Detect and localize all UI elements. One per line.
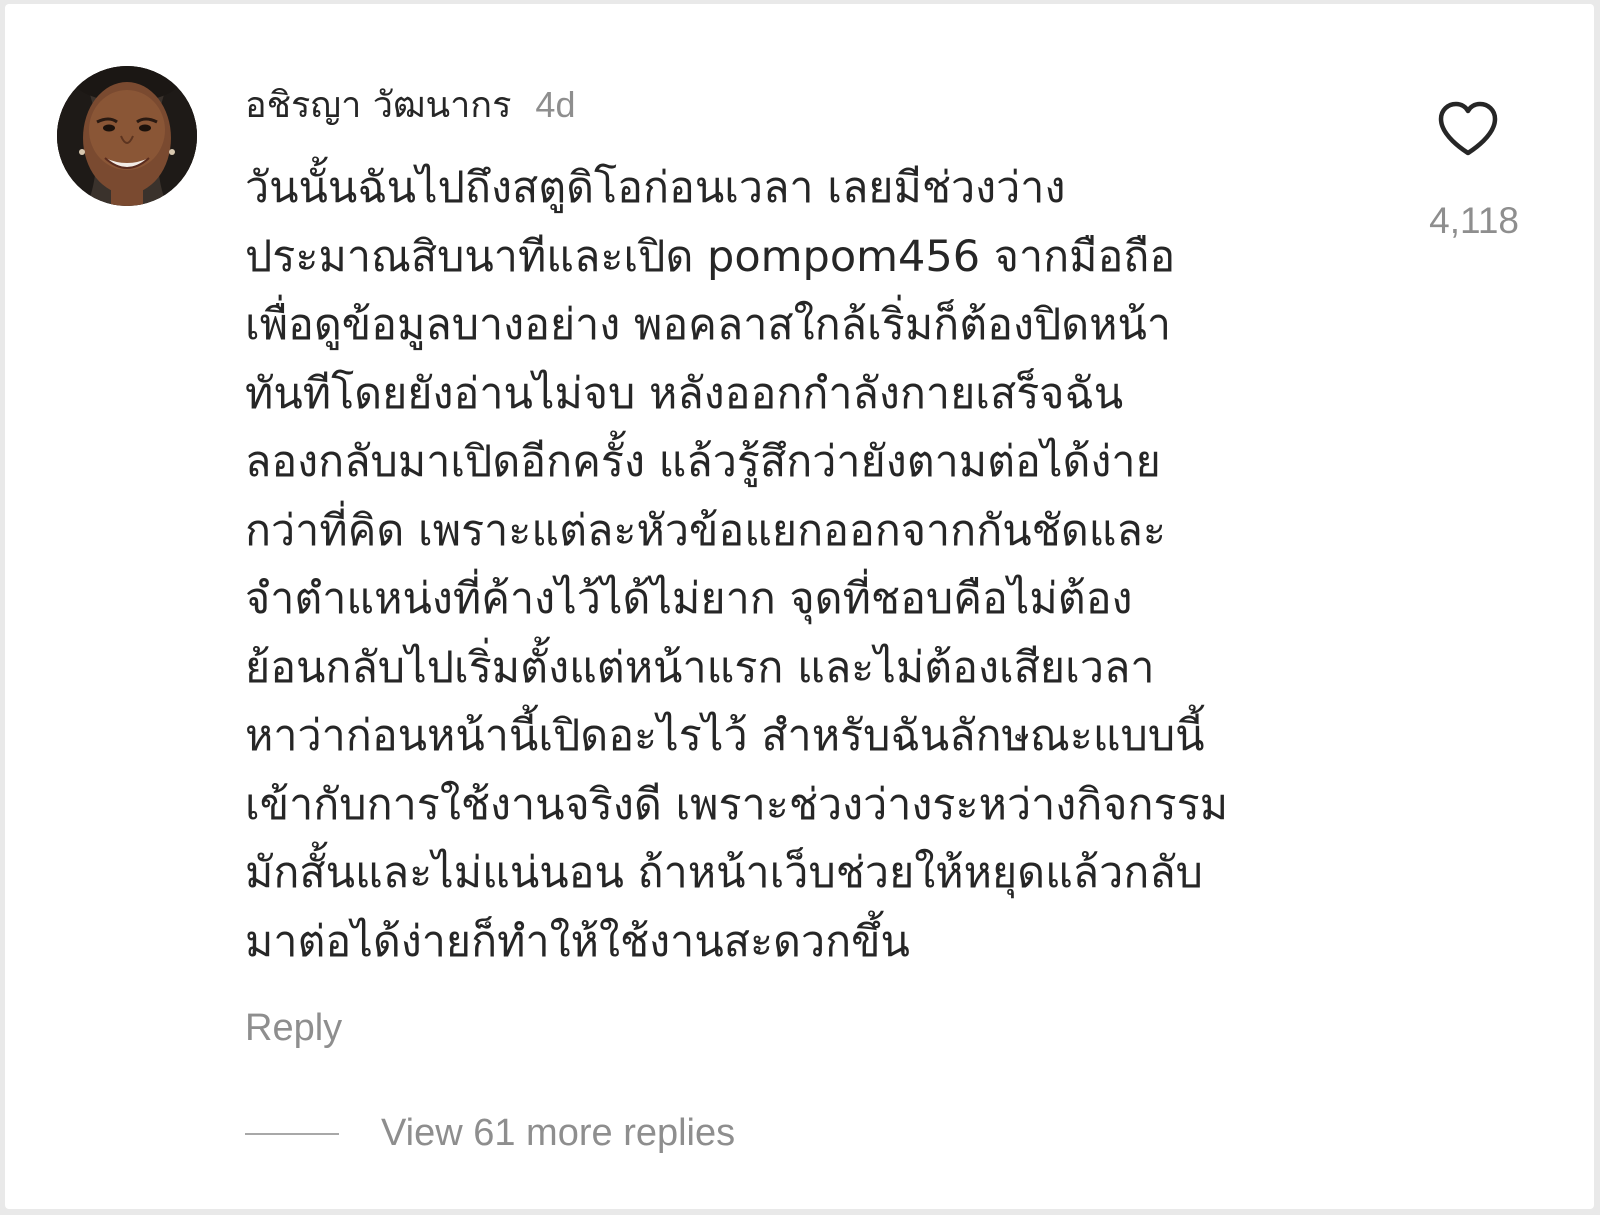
reply-button[interactable]: Reply <box>245 1007 342 1050</box>
comment-card: อชิรญา วัฒนากร 4d วันนั้นฉันไปถึงสตูดิโอ… <box>5 4 1594 1209</box>
comment-header: อชิรญา วัฒนากร 4d <box>245 76 575 126</box>
view-more-replies-button[interactable]: View 61 more replies <box>245 1112 735 1155</box>
replies-divider-line <box>245 1132 339 1135</box>
user-avatar[interactable] <box>57 66 197 206</box>
heart-outline-icon <box>1438 101 1498 156</box>
comment-username[interactable]: อชิรญา วัฒนากร <box>245 76 511 133</box>
like-count: 4,118 <box>1429 200 1519 241</box>
avatar-image <box>57 66 197 206</box>
view-replies-label: View 61 more replies <box>381 1112 736 1154</box>
like-button[interactable] <box>1437 100 1499 158</box>
comment-timestamp: 4d <box>535 84 576 125</box>
comment-body: วันนั้นฉันไปถึงสตูดิโอก่อนเวลา เลยมีช่วง… <box>245 163 1229 967</box>
